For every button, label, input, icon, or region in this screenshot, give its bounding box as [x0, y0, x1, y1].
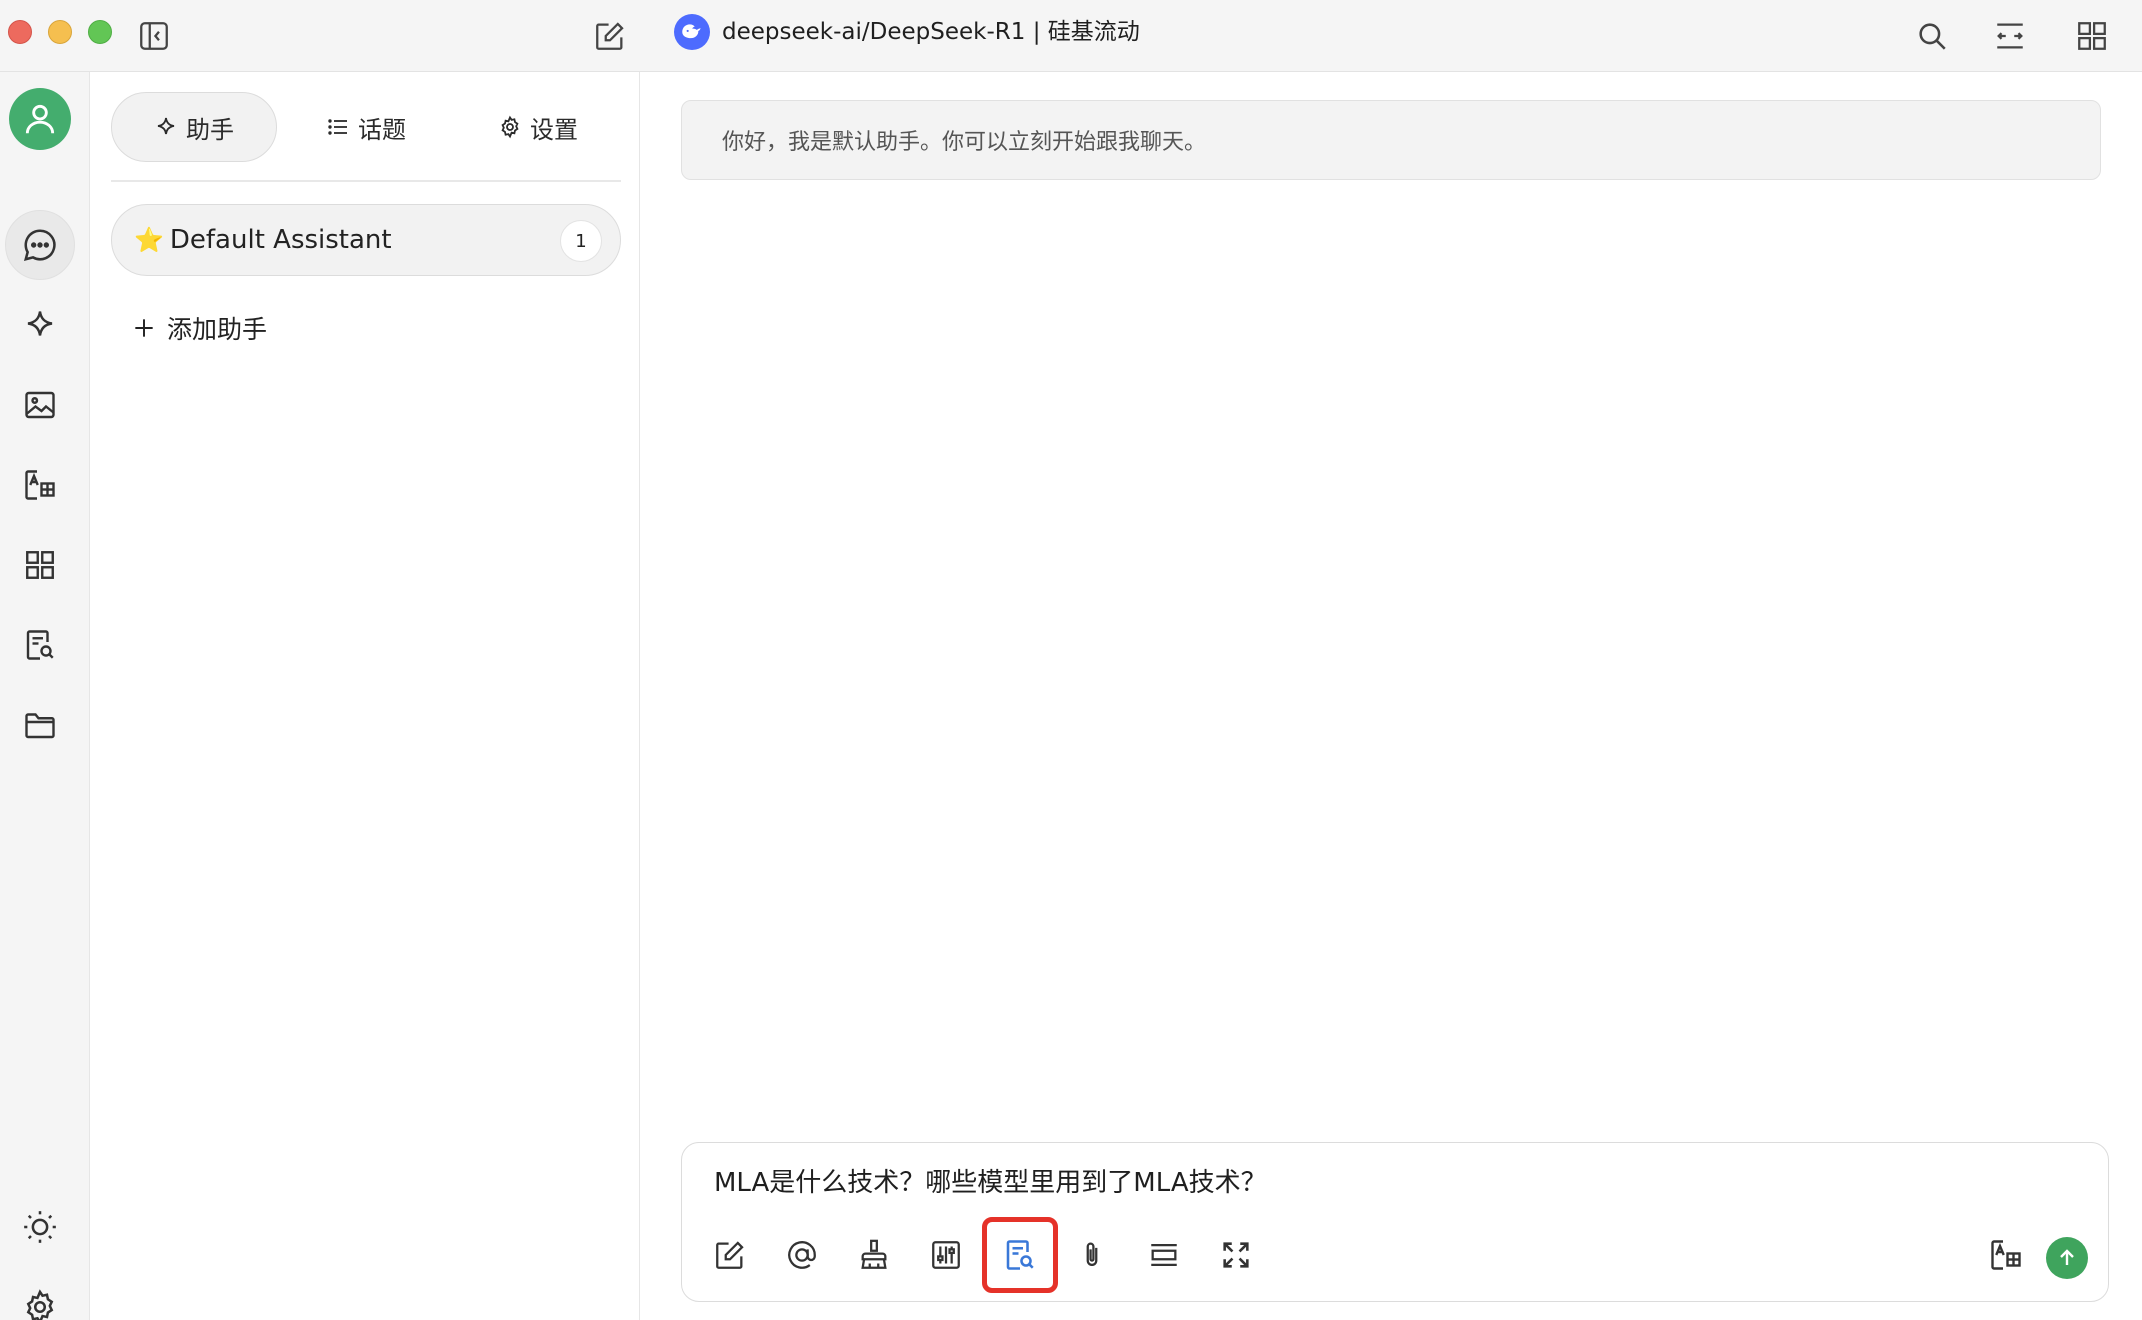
- sparkle-icon: [157, 117, 175, 135]
- window-close-button[interactable]: [8, 20, 32, 44]
- settings-button[interactable]: [5, 1272, 75, 1320]
- new-topic-button[interactable]: [706, 1231, 754, 1279]
- narrow-mode-button[interactable]: [1988, 14, 2032, 58]
- document-search-icon: [1006, 1240, 1034, 1270]
- edit-icon: [716, 1241, 744, 1269]
- tab-settings[interactable]: 设置: [455, 92, 621, 162]
- search-button[interactable]: [1910, 14, 1954, 58]
- knowledge-base-button[interactable]: [982, 1217, 1058, 1293]
- message-input[interactable]: MLA是什么技术？哪些模型里用到了MLA技术？: [714, 1165, 1267, 1201]
- clear-context-button[interactable]: [850, 1231, 898, 1279]
- fullscreen-button[interactable]: [1212, 1231, 1260, 1279]
- theme-toggle-button[interactable]: [5, 1192, 75, 1262]
- plus-icon: [135, 319, 153, 337]
- assistant-item-default[interactable]: ⭐ Default Assistant 1: [111, 204, 621, 276]
- search-icon: [1919, 23, 1946, 50]
- mention-model-button[interactable]: [778, 1231, 826, 1279]
- nav-rail: [0, 72, 90, 1320]
- user-icon: [25, 104, 55, 134]
- tab-topics[interactable]: 话题: [283, 92, 449, 162]
- sun-icon: [24, 1211, 56, 1243]
- model-settings-button[interactable]: [922, 1231, 970, 1279]
- rail-knowledge-button[interactable]: [5, 610, 75, 680]
- fit-width-icon: [1997, 23, 2023, 49]
- attach-file-button[interactable]: [1068, 1231, 1116, 1279]
- gear-icon: [26, 1289, 54, 1320]
- grid-icon: [2078, 22, 2106, 50]
- document-search-icon: [26, 630, 54, 660]
- window-minimize-button[interactable]: [48, 20, 72, 44]
- expand-icon: [1223, 1242, 1249, 1268]
- tab-divider: [111, 180, 621, 182]
- sliders-icon: [932, 1241, 960, 1269]
- align-center-icon: [1151, 1243, 1177, 1267]
- translate-icon: [1991, 1240, 2021, 1270]
- toggle-sidebar-button[interactable]: [132, 14, 176, 58]
- grid-icon: [26, 551, 54, 579]
- user-avatar[interactable]: [9, 88, 71, 150]
- sidebar-toggle-icon: [140, 22, 168, 50]
- star-icon: ⭐: [134, 226, 164, 254]
- broom-icon: [861, 1239, 887, 1269]
- translate-input-button[interactable]: [1982, 1231, 2030, 1279]
- chat-area: 你好，我是默认助手。你可以立刻开始跟我聊天。 MLA是什么技术？哪些模型里用到了…: [641, 72, 2142, 1320]
- paperclip-icon: [1086, 1242, 1098, 1267]
- list-icon: [328, 119, 347, 135]
- title-bar: deepseek-ai/DeepSeek-R1 | 硅基流动: [0, 0, 2142, 72]
- window-maximize-button[interactable]: [88, 20, 112, 44]
- add-assistant-button[interactable]: 添加助手: [131, 308, 267, 348]
- add-assistant-label: 添加助手: [167, 315, 268, 344]
- tab-assistants-label: 助手: [186, 115, 234, 144]
- edit-icon: [596, 22, 624, 50]
- at-sign-icon: [788, 1241, 816, 1269]
- assistant-name: Default Assistant: [169, 225, 392, 255]
- gear-icon: [501, 115, 519, 139]
- tab-topics-label: 话题: [358, 115, 406, 144]
- greeting-message: 你好，我是默认助手。你可以立刻开始跟我聊天。: [681, 100, 2101, 180]
- tab-assistants[interactable]: 助手: [111, 92, 277, 162]
- assistant-panel: 助手 话题 设置 ⭐ Default Assistant 1 添加助手: [91, 72, 640, 1320]
- new-chat-button[interactable]: [588, 14, 632, 58]
- send-button[interactable]: [2046, 1237, 2088, 1279]
- apps-button[interactable]: [2070, 14, 2114, 58]
- chat-bubble-icon: [23, 229, 56, 262]
- arrow-up-icon: [2060, 1249, 2074, 1265]
- expand-input-button[interactable]: [1140, 1231, 1188, 1279]
- topic-count-badge: 1: [560, 220, 602, 262]
- folder-icon: [25, 713, 55, 739]
- rail-translate-button[interactable]: [5, 450, 75, 520]
- tab-settings-label: 设置: [530, 115, 578, 144]
- panel-tabs: 助手 话题 设置: [111, 92, 621, 162]
- window-title: deepseek-ai/DeepSeek-R1 | 硅基流动: [722, 19, 1140, 45]
- translate-icon: [25, 470, 55, 500]
- deepseek-whale-icon: [682, 24, 701, 39]
- rail-agents-button[interactable]: [5, 290, 75, 360]
- rail-apps-button[interactable]: [5, 530, 75, 600]
- rail-files-button[interactable]: [5, 690, 75, 760]
- rail-paintings-button[interactable]: [5, 370, 75, 440]
- rail-chat-button[interactable]: [5, 210, 75, 280]
- message-composer: MLA是什么技术？哪些模型里用到了MLA技术？: [681, 1142, 2109, 1302]
- sparkle-icon: [27, 311, 53, 336]
- model-logo: [674, 14, 710, 50]
- image-icon: [25, 391, 55, 419]
